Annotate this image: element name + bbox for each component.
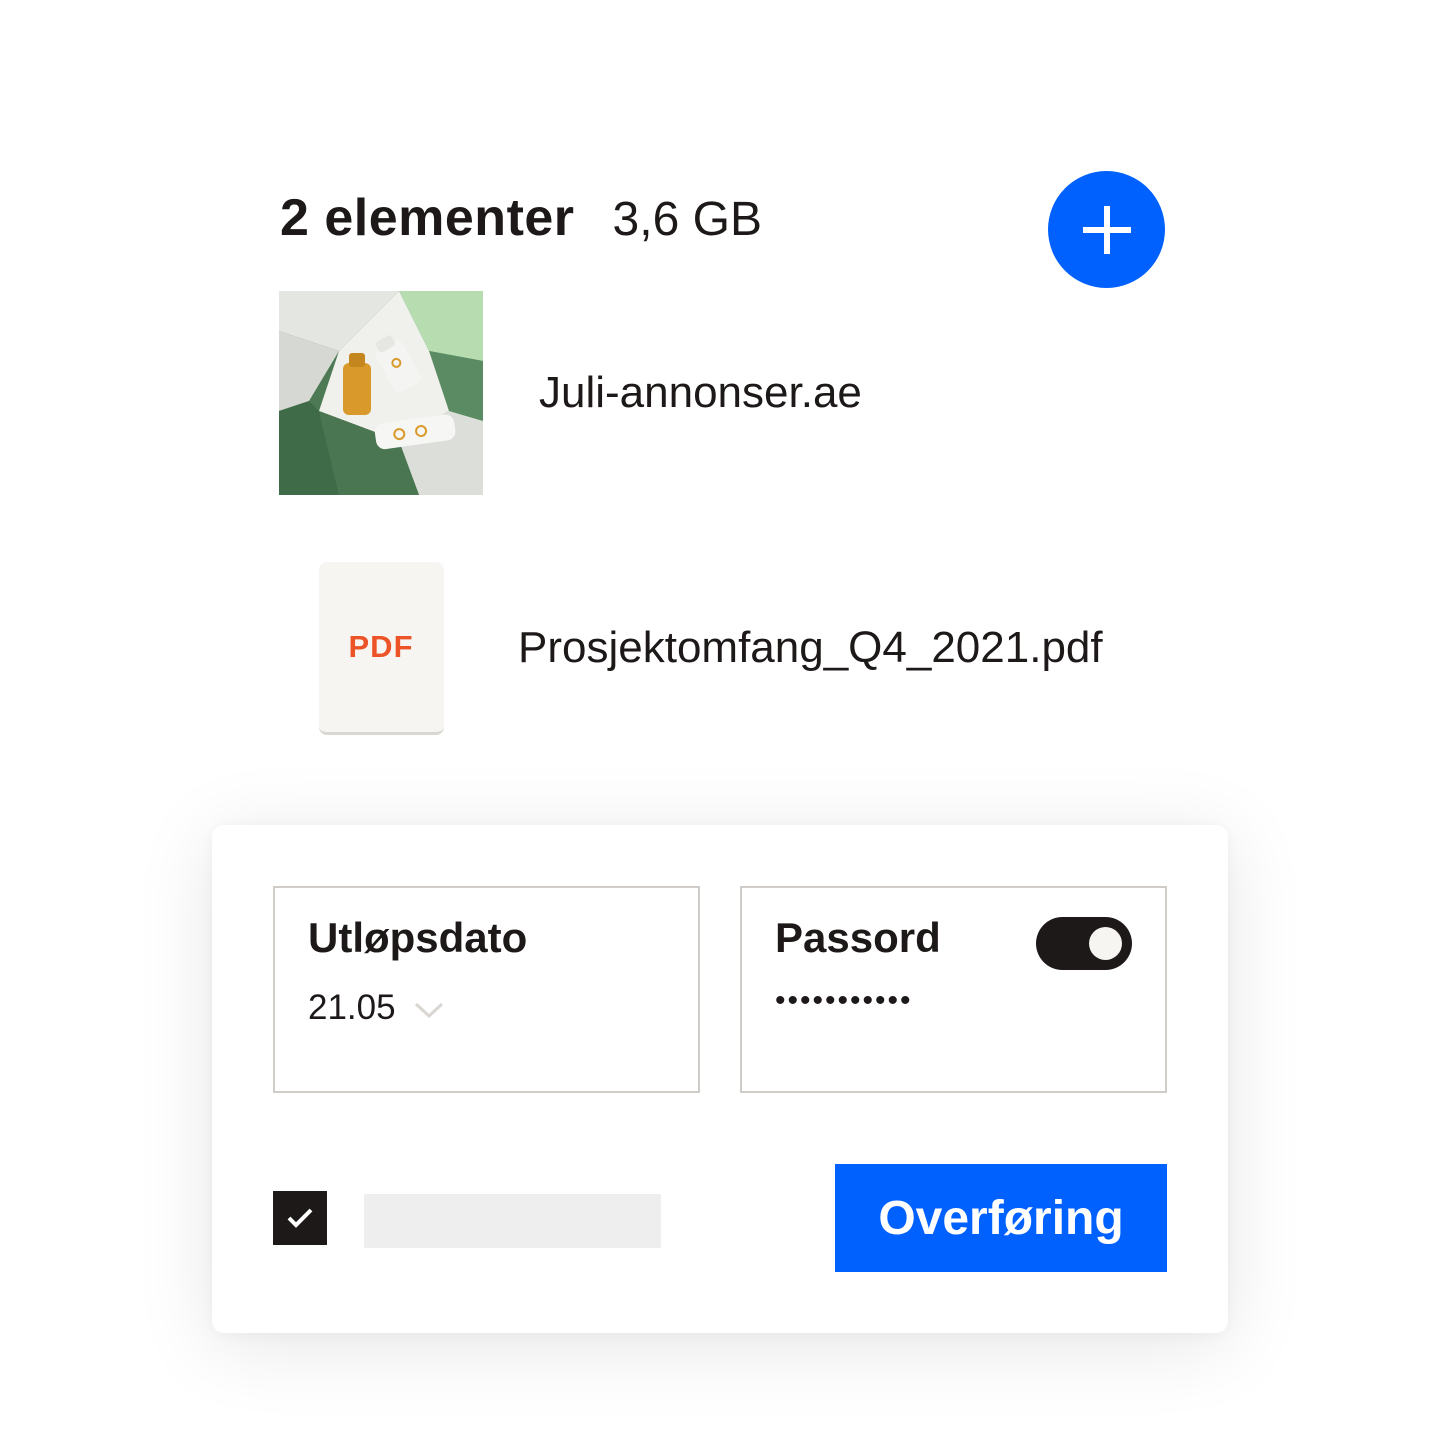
file-thumbnail <box>279 291 483 495</box>
file-name: Juli-annonser.ae <box>539 368 862 417</box>
item-count: 2 elementer <box>280 189 575 247</box>
password-field[interactable]: Passord ••••••••••• <box>740 886 1167 1093</box>
expiry-date-value: 21.05 <box>308 988 396 1027</box>
checkbox-label-placeholder <box>364 1194 661 1248</box>
password-value: ••••••••••• <box>775 984 913 1017</box>
add-files-button[interactable] <box>1048 171 1165 288</box>
expiry-date-label: Utløpsdato <box>308 914 528 961</box>
password-label: Passord <box>775 914 941 961</box>
transfer-summary: 2 elementer 3,6 GB <box>280 188 762 252</box>
expiry-date-select[interactable]: 21.05 <box>308 988 444 1028</box>
toggle-knob <box>1089 927 1122 960</box>
plus-icon <box>1082 205 1131 254</box>
checkmark-icon <box>287 1208 313 1228</box>
file-item[interactable]: Juli-annonser.ae <box>279 291 862 495</box>
transfer-button[interactable]: Overføring <box>835 1164 1167 1272</box>
file-name: Prosjektomfang_Q4_2021.pdf <box>518 623 1103 672</box>
transfer-page: 2 elementer 3,6 GB Juli-annonser.ae PDF … <box>0 0 1440 1440</box>
pdf-file-icon: PDF <box>318 562 444 735</box>
total-size: 3,6 GB <box>612 193 762 246</box>
product-bottles-image <box>279 291 483 495</box>
password-toggle[interactable] <box>1036 917 1132 970</box>
chevron-down-icon <box>414 1002 443 1019</box>
expiry-date-field[interactable]: Utløpsdato 21.05 <box>273 886 700 1093</box>
transfer-settings-card: Utløpsdato 21.05 Passord ••••••••••• Ove… <box>212 825 1228 1333</box>
option-checkbox[interactable] <box>273 1191 327 1245</box>
file-item[interactable]: PDF Prosjektomfang_Q4_2021.pdf <box>279 562 1103 735</box>
pdf-icon-label: PDF <box>348 629 414 664</box>
